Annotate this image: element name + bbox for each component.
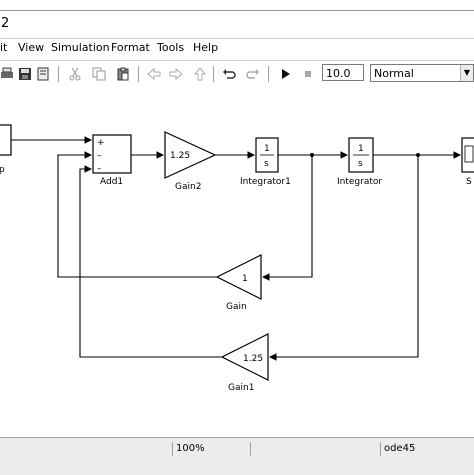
menu-format[interactable]: Format — [111, 41, 150, 54]
window-title: 2 — [1, 16, 10, 31]
redo-icon[interactable] — [246, 67, 260, 81]
title-separator — [0, 10, 474, 11]
integrator-numerator: 1 — [358, 144, 364, 154]
status-empty — [250, 442, 384, 456]
gain2-block[interactable]: 1.25 Gain2 — [164, 131, 217, 192]
add1-label: Add1 — [100, 177, 123, 187]
cut-icon[interactable] — [68, 67, 82, 81]
play-icon[interactable] — [278, 67, 292, 81]
save-icon[interactable] — [18, 67, 32, 81]
menu-help[interactable]: Help — [193, 41, 218, 54]
gain-block[interactable]: 1 Gain — [215, 254, 262, 312]
add-sign-minus-2: – — [97, 164, 102, 174]
toolbar-separator — [268, 66, 269, 82]
gain1-label: Gain1 — [228, 383, 254, 393]
chevron-down-icon[interactable]: ▼ — [460, 65, 473, 81]
gain1-block[interactable]: 1.25 Gain1 — [220, 333, 269, 393]
add-sign-plus: + — [97, 138, 105, 148]
block-diagram: p + – – Add1 1.25 Gain2 1 s Integrator1 … — [0, 124, 474, 393]
undo-icon[interactable] — [222, 67, 236, 81]
integrator1-label: Integrator1 — [240, 177, 291, 187]
status-bar: 100% ode45 — [0, 437, 474, 475]
add1-block[interactable]: + – – Add1 — [92, 134, 132, 187]
print-icon[interactable] — [0, 67, 14, 81]
stop-icon[interactable] — [301, 67, 315, 81]
toolbar-separator — [138, 66, 139, 82]
integrator-block[interactable]: 1 s Integrator — [337, 137, 382, 187]
solver-status: ode45 — [380, 442, 474, 456]
copy-icon[interactable] — [92, 67, 106, 81]
gain2-value: 1.25 — [170, 151, 190, 161]
title-bar: 2 — [0, 0, 474, 38]
toolbar-separator — [58, 66, 59, 82]
up-arrow-icon[interactable] — [193, 67, 207, 81]
menu-edit[interactable]: it — [0, 41, 7, 54]
gain-label: Gain — [226, 302, 247, 312]
paste-icon[interactable] — [116, 67, 130, 81]
integrator-denominator: s — [358, 159, 363, 169]
integrator1-denominator: s — [264, 159, 269, 169]
gain2-label: Gain2 — [175, 182, 201, 192]
step-block[interactable]: p — [0, 124, 12, 175]
gain-value: 1 — [242, 274, 248, 284]
menu-simulation[interactable]: Simulation — [51, 41, 110, 54]
branch-point — [416, 153, 420, 157]
simulation-mode-select[interactable]: Normal ▼ — [370, 64, 474, 82]
branch-point — [310, 153, 314, 157]
menu-tools[interactable]: Tools — [157, 41, 184, 54]
menu-view[interactable]: View — [18, 41, 44, 54]
scope-label: S — [466, 177, 472, 187]
step-label: p — [0, 165, 5, 175]
signal-lines — [11, 136, 462, 361]
gain1-value: 1.25 — [243, 354, 263, 364]
print-preview-icon[interactable] — [36, 67, 50, 81]
toolbar-separator — [213, 66, 214, 82]
back-arrow-icon[interactable] — [147, 67, 161, 81]
integrator-label: Integrator — [337, 177, 382, 187]
add-sign-minus-1: – — [97, 151, 102, 161]
integrator1-numerator: 1 — [264, 144, 270, 154]
zoom-status: 100% — [172, 442, 254, 456]
stop-time-input[interactable]: 10.0 — [322, 64, 364, 81]
scope-block[interactable]: S — [461, 137, 474, 187]
forward-arrow-icon[interactable] — [169, 67, 183, 81]
integrator1-block[interactable]: 1 s Integrator1 — [240, 137, 291, 187]
menu-bar: it View Simulation Format Tools Help — [0, 38, 474, 59]
simulation-mode-value: Normal — [374, 67, 414, 80]
model-canvas[interactable]: p + – – Add1 1.25 Gain2 1 s Integrator1 … — [0, 87, 474, 437]
